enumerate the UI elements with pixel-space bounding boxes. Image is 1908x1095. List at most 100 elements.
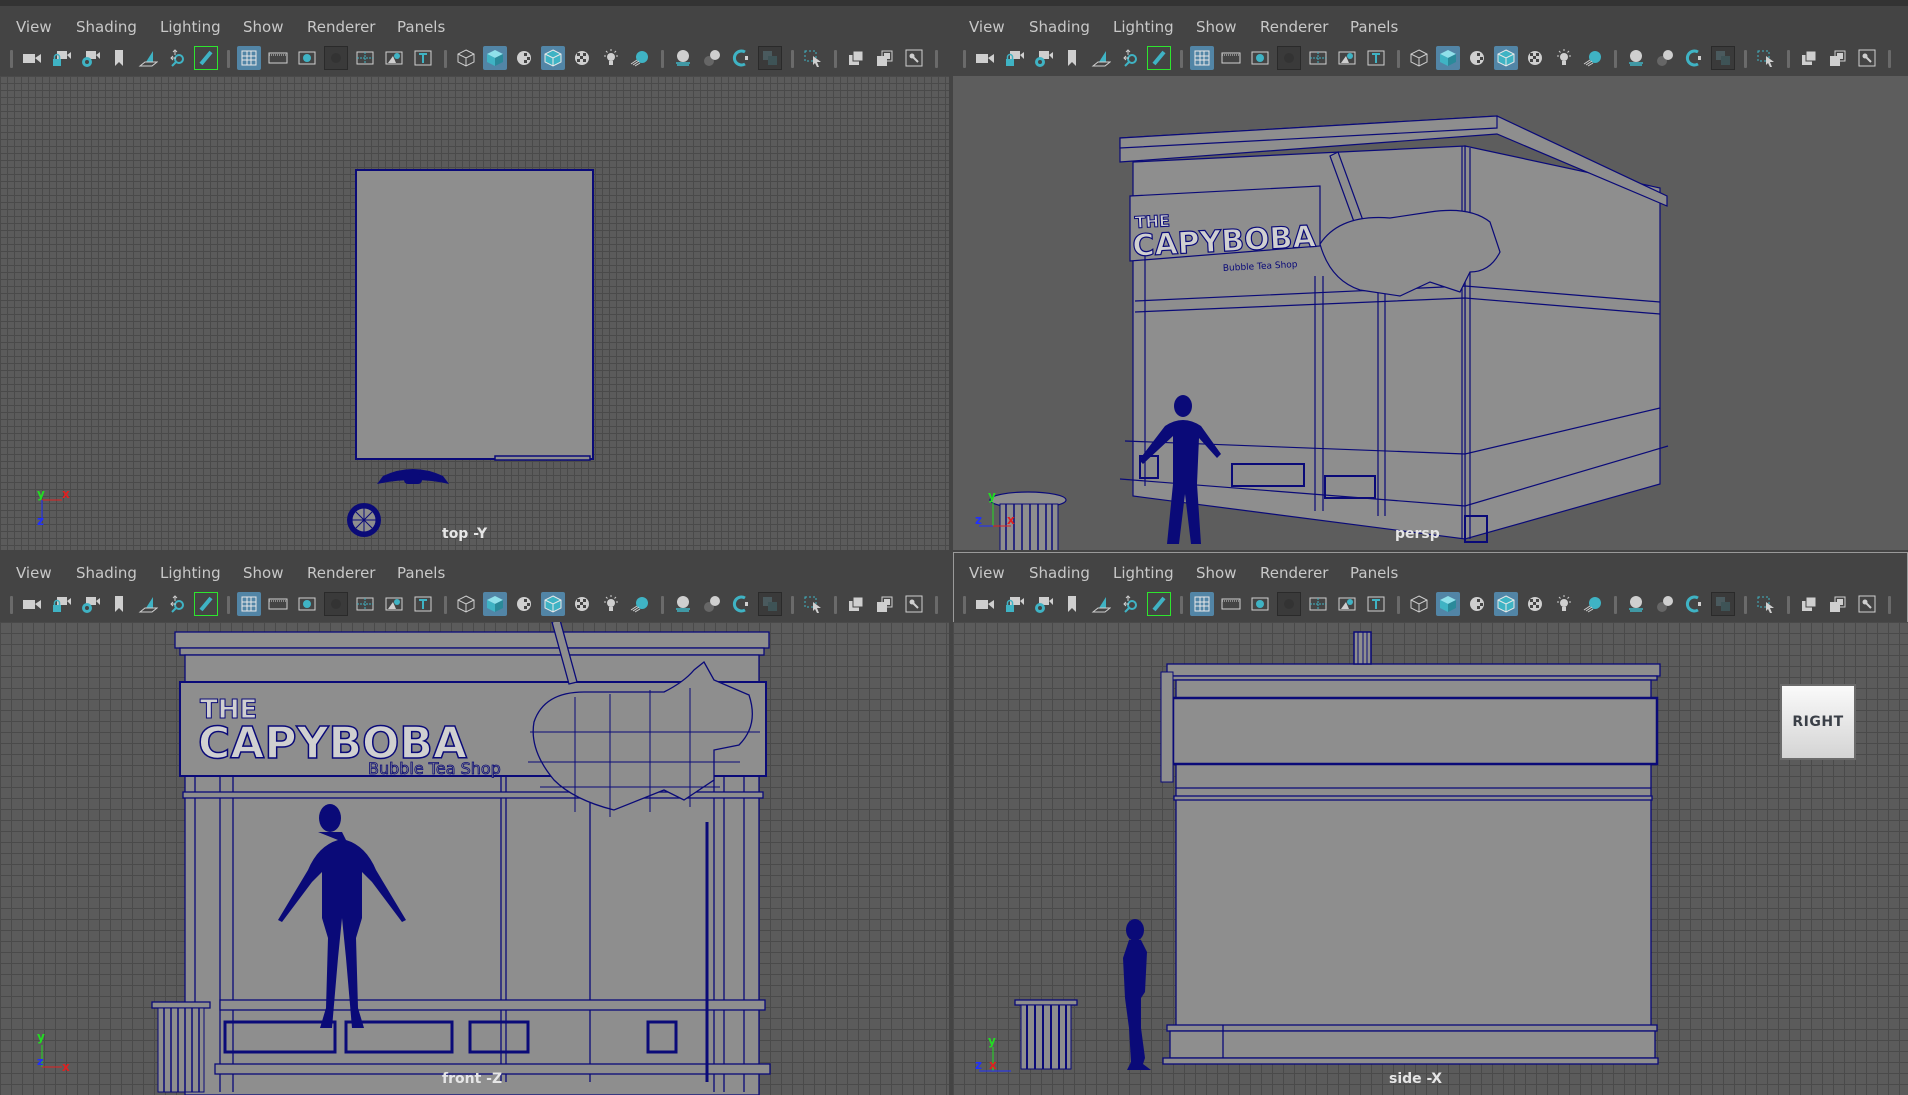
grease-pencil-button[interactable] (194, 592, 218, 616)
menu-shading[interactable]: Shading (76, 564, 137, 582)
menu-view[interactable]: View (969, 18, 1005, 36)
field-chart-button[interactable] (1306, 46, 1330, 70)
bookmark-button[interactable] (107, 46, 131, 70)
wireframe-button[interactable] (454, 592, 478, 616)
xray-active-components-button[interactable] (873, 46, 897, 70)
gate-mask-button[interactable] (1277, 46, 1301, 70)
isolate-select-button[interactable] (801, 592, 825, 616)
viewcube[interactable]: RIGHT (1780, 684, 1856, 760)
smooth-shade-button[interactable] (1436, 592, 1460, 616)
shadows-button[interactable] (628, 46, 652, 70)
safe-title-button[interactable] (1364, 46, 1388, 70)
xray-active-components-button[interactable] (873, 592, 897, 616)
textured-button[interactable] (570, 592, 594, 616)
menu-show[interactable]: Show (1196, 18, 1236, 36)
image-plane-button[interactable] (1089, 46, 1113, 70)
safe-title-button[interactable] (411, 592, 435, 616)
gate-mask-button[interactable] (324, 46, 348, 70)
motion-blur-button[interactable] (700, 592, 724, 616)
multisample-aa-button[interactable] (729, 592, 753, 616)
menu-panels[interactable]: Panels (397, 564, 445, 582)
menu-lighting[interactable]: Lighting (1113, 564, 1174, 582)
menu-panels[interactable]: Panels (1350, 564, 1398, 582)
xray-joints-button[interactable] (1855, 592, 1879, 616)
xray-active-components-button[interactable] (1826, 592, 1850, 616)
film-gate-button[interactable] (1219, 46, 1243, 70)
grease-pencil-button[interactable] (1147, 46, 1171, 70)
xray-joints-button[interactable] (1855, 46, 1879, 70)
textured-button[interactable] (1523, 46, 1547, 70)
grid-button[interactable] (237, 592, 261, 616)
isolate-select-button[interactable] (1754, 46, 1778, 70)
safe-title-button[interactable] (411, 46, 435, 70)
viewport-side[interactable]: side -X y x z RIGHT (953, 622, 1908, 1095)
wireframe-on-shaded-button[interactable] (1494, 592, 1518, 616)
multisample-aa-button[interactable] (729, 46, 753, 70)
wireframe-on-shaded-button[interactable] (1494, 46, 1518, 70)
camera-attributes-button[interactable] (78, 592, 102, 616)
grid-button[interactable] (1190, 46, 1214, 70)
field-chart-button[interactable] (1306, 592, 1330, 616)
image-plane-button[interactable] (1089, 592, 1113, 616)
use-all-lights-button[interactable] (599, 592, 623, 616)
menu-panels[interactable]: Panels (1350, 18, 1398, 36)
menu-shading[interactable]: Shading (1029, 18, 1090, 36)
2d-pan-zoom-button[interactable] (165, 46, 189, 70)
safe-title-button[interactable] (1364, 592, 1388, 616)
use-all-lights-button[interactable] (599, 46, 623, 70)
menu-lighting[interactable]: Lighting (1113, 18, 1174, 36)
camera-attributes-button[interactable] (1031, 46, 1055, 70)
film-gate-button[interactable] (266, 592, 290, 616)
bookmark-button[interactable] (1060, 46, 1084, 70)
depth-of-field-button[interactable] (1711, 46, 1735, 70)
viewport-top[interactable]: top -Y y x z (0, 76, 949, 550)
camera-lock-button[interactable] (1002, 592, 1026, 616)
camera-button[interactable] (20, 46, 44, 70)
use-all-lights-button[interactable] (1552, 46, 1576, 70)
menu-shading[interactable]: Shading (1029, 564, 1090, 582)
camera-lock-button[interactable] (49, 46, 73, 70)
menu-view[interactable]: View (16, 564, 52, 582)
screen-space-ao-button[interactable] (1624, 46, 1648, 70)
isolate-select-button[interactable] (1754, 592, 1778, 616)
film-gate-button[interactable] (1219, 592, 1243, 616)
camera-attributes-button[interactable] (1031, 592, 1055, 616)
screen-space-ao-button[interactable] (1624, 592, 1648, 616)
menu-renderer[interactable]: Renderer (307, 564, 375, 582)
wireframe-on-shaded-button[interactable] (541, 46, 565, 70)
2d-pan-zoom-button[interactable] (1118, 592, 1142, 616)
grid-button[interactable] (237, 46, 261, 70)
bookmark-button[interactable] (1060, 592, 1084, 616)
depth-of-field-button[interactable] (1711, 592, 1735, 616)
motion-blur-button[interactable] (700, 46, 724, 70)
menu-panels[interactable]: Panels (397, 18, 445, 36)
menu-view[interactable]: View (969, 564, 1005, 582)
menu-renderer[interactable]: Renderer (1260, 564, 1328, 582)
xray-button[interactable] (1797, 46, 1821, 70)
2d-pan-zoom-button[interactable] (1118, 46, 1142, 70)
depth-of-field-button[interactable] (758, 592, 782, 616)
grid-button[interactable] (1190, 592, 1214, 616)
wireframe-on-shaded-button[interactable] (541, 592, 565, 616)
isolate-select-button[interactable] (801, 46, 825, 70)
shadows-button[interactable] (628, 592, 652, 616)
xray-button[interactable] (1797, 592, 1821, 616)
resolution-gate-button[interactable] (295, 46, 319, 70)
menu-view[interactable]: View (16, 18, 52, 36)
image-plane-button[interactable] (136, 46, 160, 70)
smooth-shade-button[interactable] (483, 46, 507, 70)
image-plane-button[interactable] (136, 592, 160, 616)
xray-active-components-button[interactable] (1826, 46, 1850, 70)
wireframe-button[interactable] (1407, 46, 1431, 70)
viewport-front[interactable]: THE CAPYBOBA Bubble Tea Shop front -Z y … (0, 622, 949, 1095)
menu-lighting[interactable]: Lighting (160, 18, 221, 36)
smooth-shade-button[interactable] (483, 592, 507, 616)
xray-button[interactable] (844, 592, 868, 616)
camera-lock-button[interactable] (1002, 46, 1026, 70)
menu-show[interactable]: Show (243, 18, 283, 36)
wireframe-button[interactable] (1407, 592, 1431, 616)
resolution-gate-button[interactable] (1248, 46, 1272, 70)
safe-action-button[interactable] (1335, 46, 1359, 70)
menu-renderer[interactable]: Renderer (1260, 18, 1328, 36)
default-material-button[interactable] (512, 592, 536, 616)
